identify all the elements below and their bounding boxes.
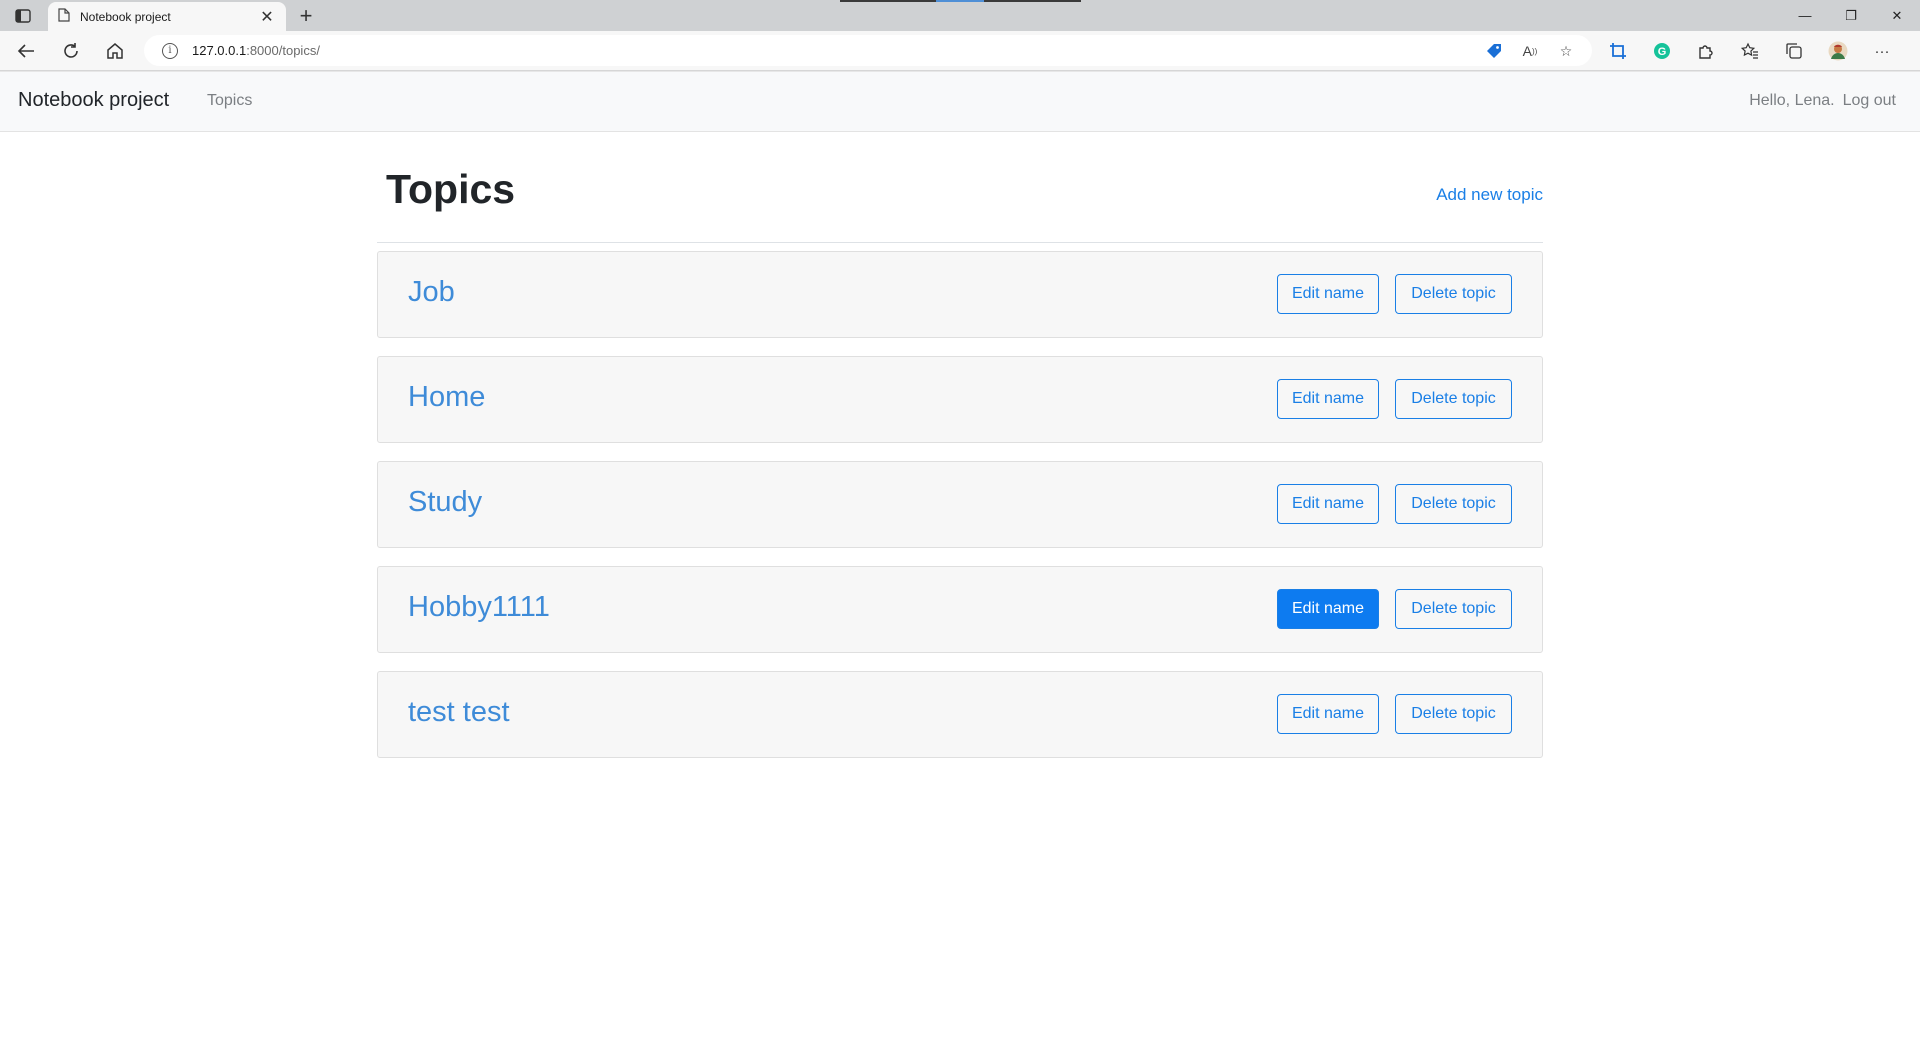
- extensions-icon[interactable]: [1692, 37, 1720, 65]
- browser-tab[interactable]: Notebook project ✕: [48, 2, 286, 31]
- delete-topic-button[interactable]: Delete topic: [1395, 379, 1512, 419]
- restore-icon[interactable]: ❐: [1828, 0, 1874, 31]
- browser-tabstrip: Notebook project ✕ + — ❐ ✕: [0, 0, 1920, 31]
- new-tab-icon[interactable]: +: [294, 3, 318, 28]
- address-bar[interactable]: i 127.0.0.1:8000/topics/ A)) ☆: [144, 35, 1592, 66]
- grammarly-icon[interactable]: G: [1648, 37, 1676, 65]
- address-bar-actions: A)) ☆: [1484, 41, 1576, 61]
- tabstrip-indicator: [840, 0, 1081, 2]
- topic-card: test test Edit name Delete topic: [377, 671, 1543, 758]
- edit-name-button[interactable]: Edit name: [1277, 694, 1379, 734]
- add-topic-link[interactable]: Add new topic: [1436, 185, 1543, 205]
- tab-title: Notebook project: [80, 9, 171, 24]
- delete-topic-button[interactable]: Delete topic: [1395, 694, 1512, 734]
- nav-user-area: Hello, Lena. Log out: [1749, 92, 1896, 110]
- topic-link[interactable]: Home: [408, 381, 485, 414]
- topic-card: Home Edit name Delete topic: [377, 356, 1543, 443]
- browser-toolbar: i 127.0.0.1:8000/topics/ A)) ☆ G ···: [0, 31, 1920, 71]
- close-tab-icon[interactable]: ✕: [258, 7, 276, 27]
- edit-name-button[interactable]: Edit name: [1277, 379, 1379, 419]
- url-host: 127.0.0.1: [192, 43, 247, 58]
- logout-link[interactable]: Log out: [1843, 92, 1896, 110]
- read-aloud-icon[interactable]: A)): [1520, 41, 1540, 61]
- brand-link[interactable]: Notebook project: [18, 89, 169, 112]
- page-icon: [58, 8, 70, 25]
- svg-text:G: G: [1658, 46, 1667, 58]
- delete-topic-button[interactable]: Delete topic: [1395, 274, 1512, 314]
- nav-topics-link[interactable]: Topics: [207, 92, 252, 110]
- topic-card: Hobby1111 Edit name Delete topic: [377, 566, 1543, 653]
- topic-link[interactable]: Hobby1111: [408, 591, 550, 624]
- screen-capture-icon[interactable]: [1604, 37, 1632, 65]
- page-title: Topics: [386, 166, 516, 212]
- topic-link[interactable]: Job: [408, 276, 455, 309]
- edit-name-button[interactable]: Edit name: [1277, 589, 1379, 629]
- close-window-icon[interactable]: ✕: [1874, 0, 1920, 31]
- add-favorite-icon[interactable]: ☆: [1556, 41, 1576, 61]
- topic-list: Job Edit name Delete topic Home Edit nam…: [377, 251, 1543, 758]
- window-controls: — ❐ ✕: [1782, 0, 1920, 31]
- edit-name-button[interactable]: Edit name: [1277, 274, 1379, 314]
- url-path: :8000/topics/: [246, 43, 320, 58]
- more-menu-icon[interactable]: ···: [1868, 37, 1896, 65]
- edit-name-button[interactable]: Edit name: [1277, 484, 1379, 524]
- topic-link[interactable]: test test: [408, 696, 510, 729]
- back-icon[interactable]: [12, 37, 40, 65]
- profile-avatar-icon[interactable]: [1824, 37, 1852, 65]
- site-navbar: Notebook project Topics Hello, Lena. Log…: [0, 71, 1920, 132]
- favorites-icon[interactable]: [1736, 37, 1764, 65]
- topic-link[interactable]: Study: [408, 486, 482, 519]
- minimize-icon[interactable]: —: [1782, 0, 1828, 31]
- main-container: Topics Add new topic Job Edit name Delet…: [377, 132, 1543, 758]
- topic-card: Study Edit name Delete topic: [377, 461, 1543, 548]
- page-header: Topics Add new topic: [377, 132, 1543, 243]
- extensions-row: G ···: [1604, 37, 1896, 65]
- site-info-icon[interactable]: i: [162, 42, 178, 59]
- delete-topic-button[interactable]: Delete topic: [1395, 589, 1512, 629]
- topic-card: Job Edit name Delete topic: [377, 251, 1543, 338]
- home-icon[interactable]: [101, 37, 129, 65]
- delete-topic-button[interactable]: Delete topic: [1395, 484, 1512, 524]
- coupon-tag-icon[interactable]: [1484, 41, 1504, 61]
- tab-actions-icon[interactable]: [12, 6, 34, 26]
- reload-icon[interactable]: [57, 37, 85, 65]
- user-greeting: Hello, Lena.: [1749, 92, 1835, 109]
- collections-icon[interactable]: [1780, 37, 1808, 65]
